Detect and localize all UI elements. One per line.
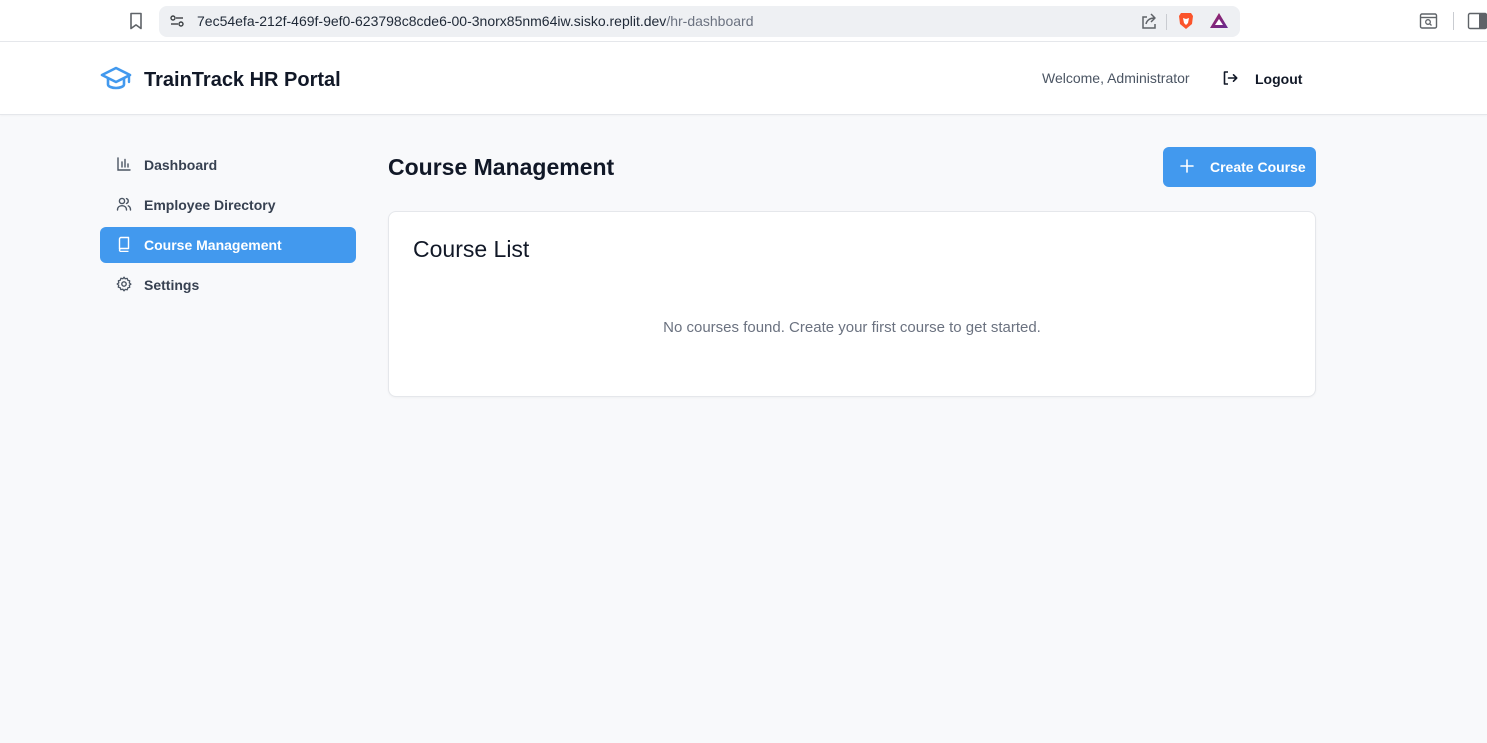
gear-icon	[116, 276, 132, 295]
brand[interactable]: TrainTrack HR Portal	[100, 65, 341, 96]
brave-shields-icon[interactable]	[1176, 11, 1196, 31]
empty-state-message: No courses found. Create your first cour…	[663, 319, 1041, 336]
brand-title: TrainTrack HR Portal	[144, 69, 341, 91]
graduation-cap-icon	[100, 65, 132, 96]
welcome-text: Welcome, Administrator	[1042, 70, 1190, 86]
course-list-card: Course List No courses found. Create you…	[388, 211, 1316, 397]
share-icon[interactable]	[1140, 12, 1158, 30]
sidebar-item-label: Dashboard	[144, 157, 218, 173]
create-course-button[interactable]: Create Course	[1163, 147, 1316, 187]
brave-rewards-icon[interactable]	[1209, 11, 1229, 31]
sidebar-item-label: Course Management	[144, 237, 282, 253]
site-settings-icon[interactable]	[169, 13, 185, 29]
create-course-label: Create Course	[1210, 159, 1306, 175]
url-text[interactable]: 7ec54efa-212f-469f-9ef0-623798c8cde6-00-…	[197, 13, 753, 29]
sidebar-item-settings[interactable]: Settings	[100, 267, 356, 303]
sidebar-item-label: Settings	[144, 277, 200, 293]
logout-button[interactable]: Logout	[1222, 66, 1302, 92]
url-host: 7ec54efa-212f-469f-9ef0-623798c8cde6-00-…	[197, 13, 667, 29]
tab-search-icon[interactable]	[1419, 12, 1438, 30]
sidebar-toggle-icon[interactable]	[1467, 12, 1487, 30]
toolbar-divider	[1453, 12, 1454, 30]
sidebar-item-label: Employee Directory	[144, 197, 276, 213]
plus-icon	[1180, 158, 1194, 176]
logout-label: Logout	[1255, 71, 1303, 87]
card-title: Course List	[413, 236, 530, 262]
sidebar-item-dashboard[interactable]: Dashboard	[100, 147, 356, 183]
bar-chart-icon	[116, 156, 132, 175]
page-title: Course Management	[388, 154, 615, 180]
sidebar-nav: Dashboard Employee Directory Course Mana…	[100, 147, 356, 307]
browser-toolbar: 7ec54efa-212f-469f-9ef0-623798c8cde6-00-…	[0, 0, 1487, 42]
address-divider	[1166, 14, 1167, 30]
app-header: TrainTrack HR Portal Welcome, Administra…	[0, 42, 1487, 115]
bookmark-icon[interactable]	[126, 11, 146, 31]
sidebar-item-employee-directory[interactable]: Employee Directory	[100, 187, 356, 223]
users-icon	[116, 196, 132, 215]
url-path: /hr-dashboard	[666, 13, 754, 29]
logout-icon	[1222, 70, 1238, 89]
book-icon	[116, 236, 132, 255]
sidebar-item-course-management[interactable]: Course Management	[100, 227, 356, 263]
address-bar[interactable]: 7ec54efa-212f-469f-9ef0-623798c8cde6-00-…	[159, 6, 1240, 37]
